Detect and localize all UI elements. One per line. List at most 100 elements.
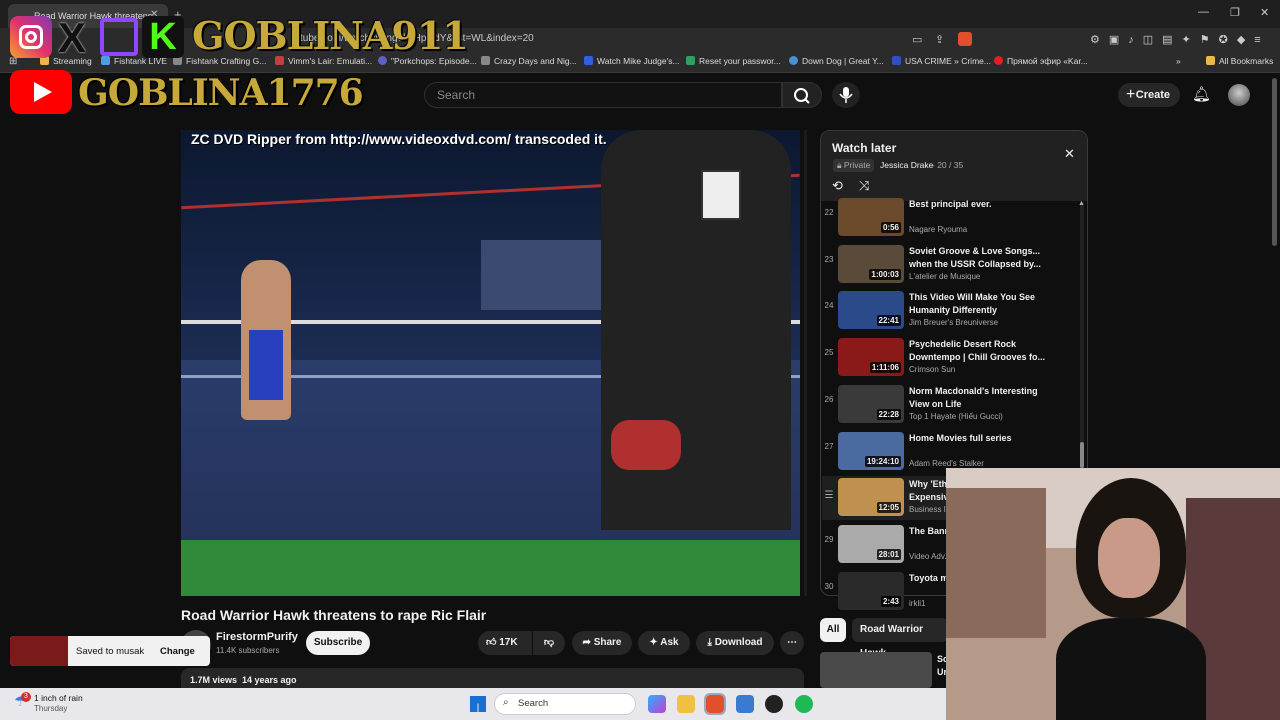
playlist-item-channel: Jim Breuer's Breuniverse [909,318,999,328]
playlist-item[interactable]: 26 22:28 Norm Macdonald's Interesting View… [822,383,1080,427]
bookmark-mike-judge[interactable]: Watch Mike Judge's... [584,56,680,66]
playlist-thumbnail[interactable]: 1:11:06 [838,338,904,377]
share-icon: ➦ [582,637,594,648]
copilot-icon[interactable] [648,695,666,713]
dislike-button[interactable]: 👎︎ [533,631,565,655]
taskbar-search[interactable] [494,693,636,715]
bookmarks-overflow-icon[interactable]: » [1176,56,1181,66]
playlist-thumbnail[interactable]: 0:56 [838,198,904,236]
bookmark-down-dog[interactable]: Down Dog | Great Y... [789,56,884,66]
shuffle-icon[interactable]: ⤨ [859,178,869,194]
x-icon: X [58,14,87,61]
playlist-thumbnail[interactable]: 28:01 [838,524,904,563]
loop-icon[interactable]: ⟲ [832,178,843,194]
video-player[interactable] [181,130,800,596]
playlist-item-title[interactable]: Soviet Groove & Love Songs... when the U… [909,245,1049,271]
close-panel-icon[interactable]: ✕ [1064,146,1075,162]
overlay-handle-top: GOBLINA911 [192,13,469,58]
bookmark-label: Watch Mike Judge's... [597,56,680,66]
share-url-icon[interactable]: ⇪ [935,33,944,46]
playlist-item[interactable]: 25 1:11:06 Psychedelic Desert Rock Downtem… [822,336,1080,380]
maximize-button[interactable]: ❐ [1230,6,1240,19]
webcam-overlay [946,468,1280,720]
playlist-item-title[interactable]: Norm Macdonald's Interesting View on Lif… [909,385,1049,411]
bookmark-live-broadcast[interactable]: Прямой эфир «Kar... [994,56,1088,66]
playlist-thumbnail[interactable]: 1:00:03 [838,244,904,283]
playlist-item-title[interactable]: Best principal ever. [909,198,1049,211]
like-count: 17K [499,637,518,648]
playlist-item-title[interactable]: This Video Will Make You See Humanity Di… [909,291,1049,317]
related-thumbnail[interactable] [820,652,932,688]
channel-name[interactable]: FirestormPurify [216,631,298,643]
all-bookmarks[interactable]: All Bookmarks [1206,56,1273,66]
subscriber-count: 11.4K subscribers [216,646,280,655]
toast-thumbnail [10,636,68,666]
playlist-index: 30 [824,581,834,591]
bookmark-label: USA CRIME » Crime... [905,56,991,66]
drag-handle-icon[interactable]: ☰ [822,490,836,501]
playlist-title[interactable]: Watch later [832,141,896,155]
playlist-thumbnail[interactable]: 22:41 [838,291,904,330]
page-scrollbar-thumb[interactable] [1272,78,1277,246]
bookmark-reset-password[interactable]: Reset your passwor... [686,56,781,66]
playlist-item[interactable]: 22 0:56 Best principal ever. Nagare Ryouma [822,196,1080,240]
windows-start-icon[interactable] [470,696,486,712]
playlist-scroll-thumb[interactable] [1080,442,1084,468]
playlist-item-channel: irkli1 [909,598,926,608]
scroll-up-icon[interactable]: ▲ [1078,200,1085,207]
file-explorer-icon[interactable] [677,695,695,713]
share-label: Share [593,637,622,648]
spotify-icon[interactable] [795,695,813,713]
playlist-item[interactable]: 27 19:24:10 Home Movies full series Adam Re… [822,430,1080,474]
toast-message: Saved to musak [76,646,145,657]
playlist-thumbnail[interactable]: 22:28 [838,384,904,423]
window-close-button[interactable]: ✕ [1260,6,1269,19]
search-input[interactable]: Search [424,82,782,108]
playlist-thumbnail[interactable]: 19:24:10 [838,431,904,470]
chip-related[interactable]: Road Warrior Hawk [852,618,948,659]
share-button[interactable]: ➦ Share [572,631,632,655]
search-button[interactable] [782,82,822,108]
weather-summary[interactable]: 1 inch of rain [34,693,83,703]
toast-change-button[interactable]: Change [160,646,195,657]
notepad-icon[interactable] [736,695,754,713]
playlist-item-title[interactable]: Home Movies full series [909,432,1049,445]
overlay-handle-bottom: GOBLINA1776 [78,72,364,114]
extensions-toolbar: ⚙▣♪◫▤✦⚑✪◆≡ [1090,34,1270,46]
brave-browser-icon[interactable] [704,693,726,715]
playlist-thumbnail[interactable]: 2:43 [838,571,904,610]
playlist-item[interactable]: 23 1:00:03 Soviet Groove & Love Songs... w… [822,243,1080,287]
avatar[interactable] [1228,84,1250,106]
ask-button[interactable]: ✦ Ask [638,631,690,655]
voice-search-button[interactable] [832,82,860,108]
duration-badge: 22:41 [876,315,901,327]
playlist-index: 22 [824,208,834,217]
chip-all[interactable]: All [820,618,846,642]
brave-shield-icon[interactable] [958,32,972,46]
video-scrollbar[interactable] [804,130,807,596]
playlist-index: 23 [824,254,834,264]
duration-badge: 1:00:03 [869,268,901,280]
playlist-thumbnail[interactable]: 12:05 [838,478,904,517]
playlist-owner[interactable]: Jessica Drake [880,160,933,170]
install-icon[interactable]: ▭ [912,33,922,46]
youtube-icon [994,56,1003,65]
ask-label: Ask [660,637,679,648]
bookmark-usa-crime[interactable]: USA CRIME » Crime... [892,56,991,66]
playlist-item-channel: Adam Reed's Stalker [909,458,984,468]
obs-icon[interactable] [765,695,783,713]
bookmark-crazy-days[interactable]: Crazy Days and Nig... [481,56,577,66]
minimize-button[interactable]: — [1198,6,1209,18]
youtube-logo-icon [10,70,72,114]
notifications-bell-icon[interactable]: 🔔︎ [1192,85,1211,103]
subscribe-button[interactable]: Subscribe [306,631,370,655]
like-button[interactable]: 👍︎ 17K [478,631,532,655]
video-title: Road Warrior Hawk threatens to rape Ric … [181,607,487,623]
playlist-item-title[interactable]: Psychedelic Desert Rock Downtempo | Chil… [909,338,1049,364]
thumbs-up-icon: 👍︎ [486,637,497,648]
folder-icon [1206,56,1215,65]
create-button[interactable]: + Create [1118,83,1180,107]
download-button[interactable]: ⤓ Download [696,631,774,655]
more-actions-button[interactable]: ⋯ [780,631,804,655]
playlist-item[interactable]: 24 22:41 This Video Will Make You See Huma… [822,289,1080,333]
